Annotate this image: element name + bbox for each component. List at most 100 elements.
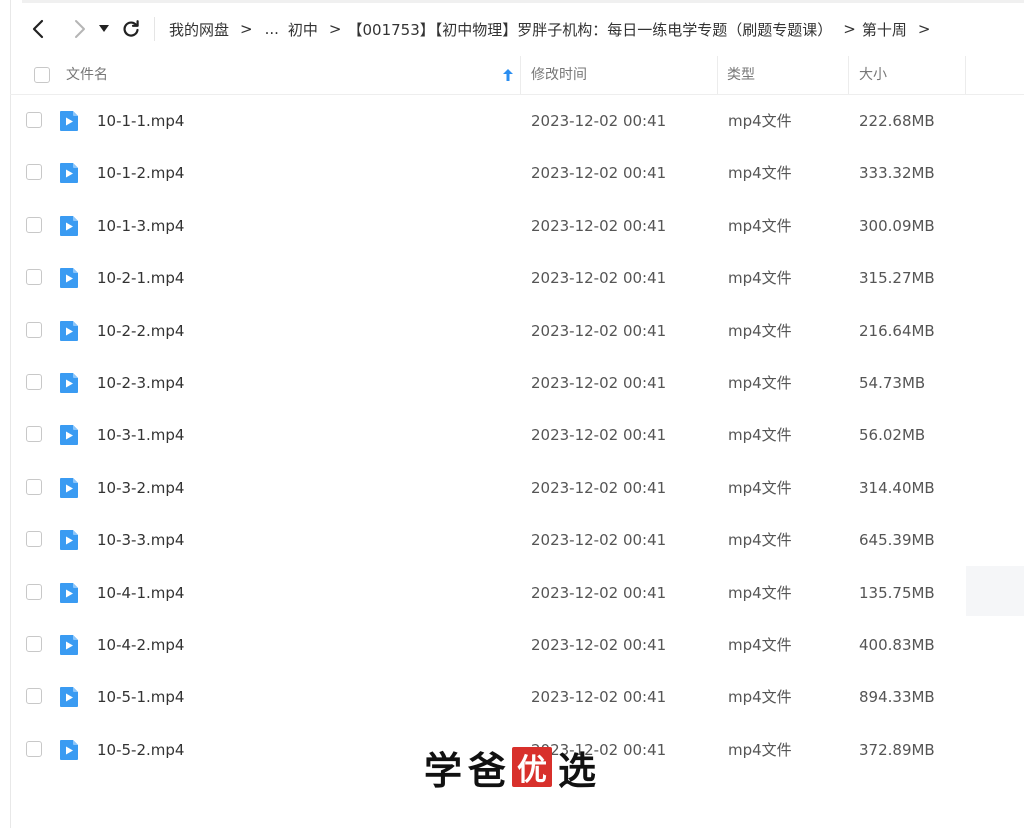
row-checkbox[interactable] xyxy=(26,583,42,600)
table-row[interactable]: 10-2-1.mp4 2023-12-02 00:41 mp4文件 315.27… xyxy=(10,252,1024,304)
row-checkbox[interactable] xyxy=(26,740,42,757)
video-file-icon xyxy=(60,634,78,655)
toolbar-divider xyxy=(154,17,155,41)
file-modified-time: 2023-12-02 00:41 xyxy=(531,531,667,550)
table-row[interactable]: 10-3-2.mp4 2023-12-02 00:41 mp4文件 314.40… xyxy=(10,462,1024,514)
row-checkbox[interactable] xyxy=(26,216,42,233)
column-divider[interactable] xyxy=(717,56,718,94)
breadcrumb-separator: > xyxy=(328,20,342,38)
watermark-char: 爸 xyxy=(468,747,507,793)
file-size: 400.83MB xyxy=(859,635,935,654)
row-checkbox[interactable] xyxy=(26,373,42,390)
row-checkbox[interactable] xyxy=(26,531,42,548)
file-name[interactable]: 10-5-1.mp4 xyxy=(97,671,184,723)
breadcrumb: 我的网盘 > ... 初中 > 【001753】【初中物理】罗胖子机构：每日一练… xyxy=(169,19,942,40)
table-row[interactable]: 10-1-3.mp4 2023-12-02 00:41 mp4文件 300.09… xyxy=(10,200,1024,252)
history-dropdown-button[interactable] xyxy=(94,14,114,44)
video-file-icon xyxy=(60,372,78,393)
file-name[interactable]: 10-2-3.mp4 xyxy=(97,357,184,409)
table-row[interactable]: 10-1-2.mp4 2023-12-02 00:41 mp4文件 333.32… xyxy=(10,147,1024,199)
file-name[interactable]: 10-1-1.mp4 xyxy=(97,95,184,147)
file-name[interactable]: 10-2-1.mp4 xyxy=(97,252,184,304)
row-checkbox[interactable] xyxy=(26,164,42,181)
video-file-icon xyxy=(60,530,78,551)
file-size: 894.33MB xyxy=(859,688,935,707)
table-row[interactable]: 10-3-3.mp4 2023-12-02 00:41 mp4文件 645.39… xyxy=(10,514,1024,566)
table-row[interactable]: 10-3-1.mp4 2023-12-02 00:41 mp4文件 56.02M… xyxy=(10,409,1024,461)
column-divider[interactable] xyxy=(848,56,849,94)
file-modified-time: 2023-12-02 00:41 xyxy=(531,373,667,392)
file-size: 135.75MB xyxy=(859,583,935,602)
file-type: mp4文件 xyxy=(728,269,792,288)
file-name[interactable]: 10-3-1.mp4 xyxy=(97,409,184,461)
table-header: 文件名 修改时间 类型 大小 xyxy=(10,56,1024,95)
file-name[interactable]: 10-2-2.mp4 xyxy=(97,305,184,357)
row-checkbox[interactable] xyxy=(26,688,42,705)
file-size: 333.32MB xyxy=(859,164,935,183)
file-size: 645.39MB xyxy=(859,531,935,550)
file-name[interactable]: 10-1-3.mp4 xyxy=(97,200,184,252)
file-modified-time: 2023-12-02 00:41 xyxy=(531,478,667,497)
row-checkbox[interactable] xyxy=(26,269,42,286)
row-checkbox[interactable] xyxy=(26,426,42,443)
breadcrumb-item-junior-high[interactable]: 初中 xyxy=(288,19,318,40)
table-row[interactable]: 10-5-1.mp4 2023-12-02 00:41 mp4文件 894.33… xyxy=(10,671,1024,723)
file-name[interactable]: 10-4-2.mp4 xyxy=(97,619,184,671)
video-file-icon xyxy=(60,163,78,184)
back-button[interactable] xyxy=(24,14,54,44)
table-row[interactable]: 10-1-1.mp4 2023-12-02 00:41 mp4文件 222.68… xyxy=(10,95,1024,147)
breadcrumb-item-course[interactable]: 【001753】【初中物理】罗胖子机构：每日一练电学专题（刷题专题课） xyxy=(348,19,833,40)
file-type: mp4文件 xyxy=(728,583,792,602)
row-checkbox[interactable] xyxy=(26,478,42,495)
file-name[interactable]: 10-1-2.mp4 xyxy=(97,147,184,199)
file-modified-time: 2023-12-02 00:41 xyxy=(531,426,667,445)
file-modified-time: 2023-12-02 00:41 xyxy=(531,688,667,707)
table-row[interactable]: 10-4-2.mp4 2023-12-02 00:41 mp4文件 400.83… xyxy=(10,619,1024,671)
select-all-checkbox[interactable] xyxy=(34,67,50,83)
file-modified-time: 2023-12-02 00:41 xyxy=(531,216,667,235)
file-name[interactable]: 10-5-2.mp4 xyxy=(97,724,184,776)
row-checkbox[interactable] xyxy=(26,112,42,128)
file-modified-time: 2023-12-02 00:41 xyxy=(531,321,667,340)
breadcrumb-item-root[interactable]: 我的网盘 xyxy=(169,19,229,40)
column-header-modified[interactable]: 修改时间 xyxy=(531,56,587,94)
video-file-icon xyxy=(60,215,78,236)
watermark-logo: 学 爸 优 选 xyxy=(424,744,596,793)
file-size: 222.68MB xyxy=(859,112,935,130)
watermark-seal: 优 xyxy=(512,747,553,788)
column-divider[interactable] xyxy=(520,56,521,94)
file-modified-time: 2023-12-02 00:41 xyxy=(531,269,667,288)
breadcrumb-separator: > xyxy=(917,20,931,38)
video-file-icon xyxy=(60,582,78,603)
forward-button[interactable] xyxy=(64,14,94,44)
table-row[interactable]: 10-2-3.mp4 2023-12-02 00:41 mp4文件 54.73M… xyxy=(10,357,1024,409)
column-divider[interactable] xyxy=(965,56,966,94)
sort-up-arrow-icon[interactable] xyxy=(503,69,513,81)
breadcrumb-separator: > xyxy=(240,20,253,38)
caret-down-icon xyxy=(99,25,109,32)
video-file-icon xyxy=(60,425,78,446)
file-name[interactable]: 10-3-2.mp4 xyxy=(97,462,184,514)
refresh-button[interactable] xyxy=(116,14,146,44)
table-row[interactable]: 10-4-1.mp4 2023-12-02 00:41 mp4文件 135.75… xyxy=(10,567,1024,619)
breadcrumb-item-week10[interactable]: 第十周 xyxy=(862,19,907,40)
file-type: mp4文件 xyxy=(728,373,792,392)
video-file-icon xyxy=(60,320,78,341)
file-type: mp4文件 xyxy=(728,216,792,235)
file-name[interactable]: 10-4-1.mp4 xyxy=(97,567,184,619)
video-file-icon xyxy=(60,111,78,131)
file-type: mp4文件 xyxy=(728,164,792,183)
table-row[interactable]: 10-2-2.mp4 2023-12-02 00:41 mp4文件 216.64… xyxy=(10,305,1024,357)
file-type: mp4文件 xyxy=(728,478,792,497)
breadcrumb-item-ellipsis[interactable]: ... xyxy=(265,20,279,38)
column-header-name[interactable]: 文件名 xyxy=(66,56,108,94)
file-type: mp4文件 xyxy=(728,740,792,759)
column-header-type[interactable]: 类型 xyxy=(727,56,755,94)
row-checkbox[interactable] xyxy=(26,635,42,652)
video-file-icon xyxy=(60,477,78,498)
toolbar: 我的网盘 > ... 初中 > 【001753】【初中物理】罗胖子机构：每日一练… xyxy=(10,3,1024,55)
row-checkbox[interactable] xyxy=(26,321,42,338)
column-header-size[interactable]: 大小 xyxy=(859,56,887,94)
file-type: mp4文件 xyxy=(728,112,792,130)
file-name[interactable]: 10-3-3.mp4 xyxy=(97,514,184,566)
